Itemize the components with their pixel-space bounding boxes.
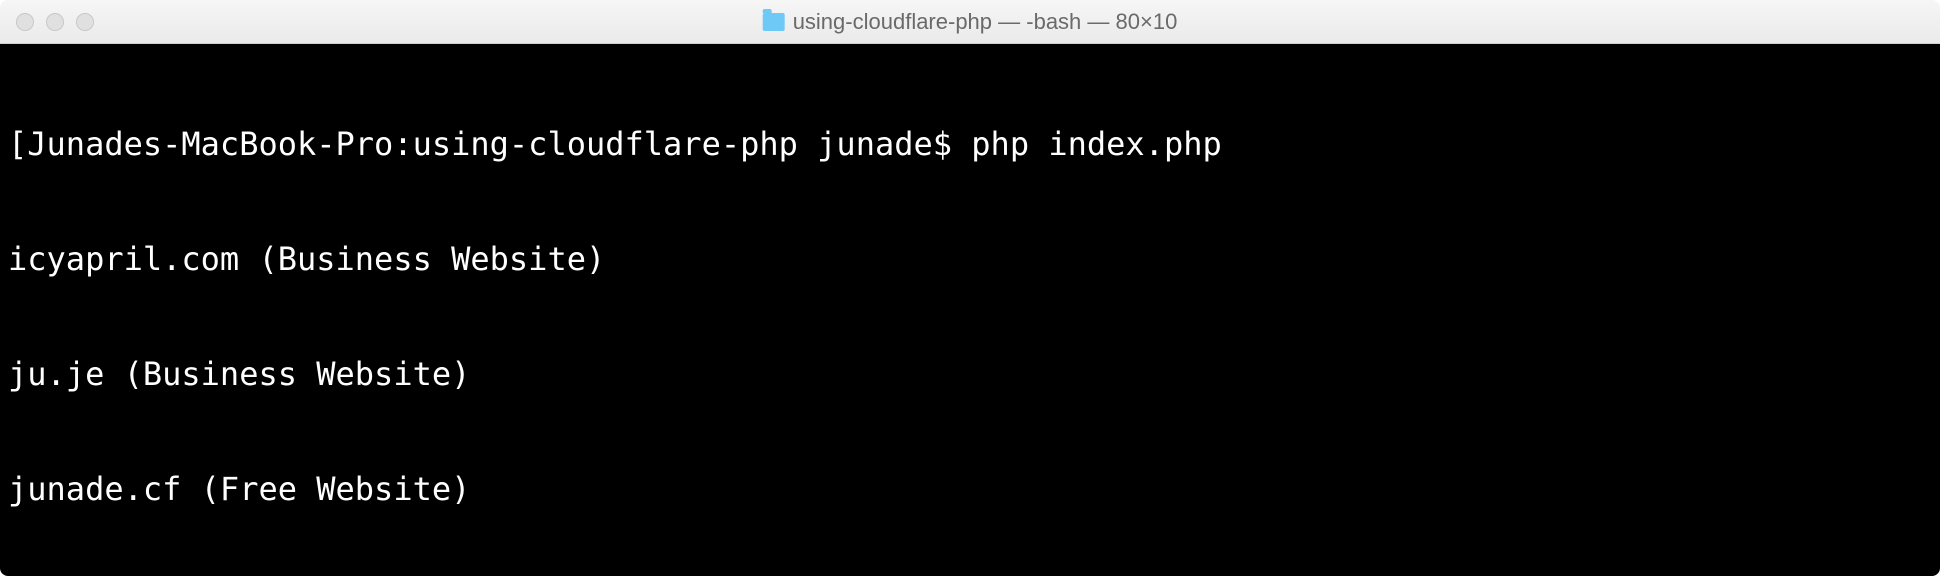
terminal-line: junade.cf (Free Website) xyxy=(8,470,1932,508)
terminal-line: icyapril.com (Business Website) xyxy=(8,240,1932,278)
terminal-line: [Junades-MacBook-Pro:using-cloudflare-ph… xyxy=(8,125,1932,163)
minimize-icon[interactable] xyxy=(46,13,64,31)
maximize-icon[interactable] xyxy=(76,13,94,31)
titlebar[interactable]: using-cloudflare-php — -bash — 80×10 xyxy=(0,0,1940,44)
terminal-line: ju.je (Business Website) xyxy=(8,355,1932,393)
traffic-lights xyxy=(0,13,94,31)
terminal-body[interactable]: [Junades-MacBook-Pro:using-cloudflare-ph… xyxy=(0,44,1940,576)
close-icon[interactable] xyxy=(16,13,34,31)
folder-icon xyxy=(763,13,785,31)
window-title: using-cloudflare-php — -bash — 80×10 xyxy=(793,9,1178,35)
terminal-window: using-cloudflare-php — -bash — 80×10 [Ju… xyxy=(0,0,1940,576)
window-title-area: using-cloudflare-php — -bash — 80×10 xyxy=(763,9,1178,35)
